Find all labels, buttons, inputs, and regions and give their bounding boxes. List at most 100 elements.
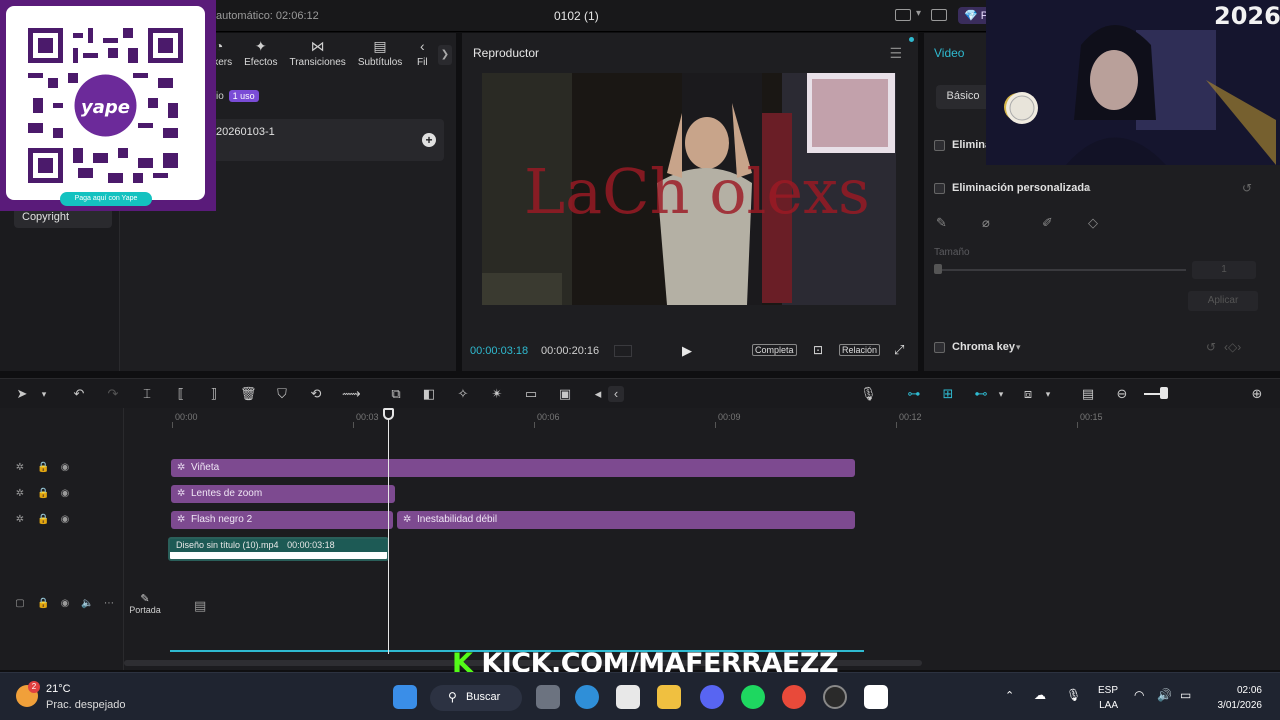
audio-icon[interactable]: ◂ bbox=[590, 386, 606, 402]
eye-icon[interactable]: ◉ bbox=[59, 462, 71, 474]
more-icon[interactable]: ⋯ bbox=[103, 598, 115, 610]
tab-subtitles[interactable]: ▤ Subtítulos bbox=[352, 38, 408, 74]
media-item[interactable]: 20260103-1 + bbox=[210, 119, 444, 161]
effect-clip-shake[interactable]: Inestabilidad débil bbox=[397, 511, 855, 529]
clock-date[interactable]: 3/01/2026 bbox=[1200, 700, 1263, 711]
zoom-out-icon[interactable]: ⊖ bbox=[1114, 386, 1130, 402]
search-box[interactable]: ⚲ Buscar bbox=[430, 685, 522, 711]
clock-time[interactable]: 02:06 bbox=[1200, 685, 1262, 696]
delete-icon[interactable]: 🗑 bbox=[240, 386, 257, 402]
microphone-tray-icon[interactable]: 🎙 bbox=[1066, 688, 1081, 702]
full-quality-button[interactable]: Completa bbox=[752, 344, 797, 356]
effect-clip-vineta[interactable]: Viñeta bbox=[171, 459, 855, 477]
ai-icon[interactable]: ✧ bbox=[455, 386, 471, 402]
add-icon[interactable]: + bbox=[422, 133, 436, 147]
cover-button[interactable]: ✎ Portada bbox=[126, 592, 164, 615]
redo-icon[interactable]: ↷ bbox=[105, 386, 121, 402]
edge-icon[interactable] bbox=[575, 685, 599, 709]
link-icon[interactable]: ⊶ bbox=[906, 386, 922, 402]
tab-video[interactable]: Video bbox=[934, 46, 964, 60]
chevron-down-icon[interactable]: ▾ bbox=[1040, 386, 1056, 402]
magic-icon[interactable]: ✴ bbox=[489, 386, 505, 402]
tab-effects[interactable]: ✦ Efectos bbox=[238, 38, 283, 74]
chevron-down-icon[interactable]: ▾ bbox=[1016, 342, 1021, 353]
marker-icon[interactable]: ⛉ bbox=[274, 386, 290, 402]
chroma-checkbox[interactable] bbox=[934, 342, 945, 353]
size-input[interactable]: 1 bbox=[1192, 261, 1256, 279]
film-icon[interactable]: ▤ bbox=[194, 598, 206, 614]
wifi-icon[interactable]: ◠ bbox=[1134, 688, 1144, 702]
chevron-down-icon[interactable]: ▾ bbox=[36, 386, 52, 402]
playhead-handle[interactable] bbox=[383, 408, 394, 420]
lock-icon[interactable]: 🔒 bbox=[37, 598, 49, 610]
chevron-up-icon[interactable]: ▴ bbox=[1086, 183, 1091, 194]
chrome-icon[interactable] bbox=[782, 685, 806, 709]
keyframe-icon[interactable]: ‹◇› bbox=[1224, 340, 1241, 354]
spotify-icon[interactable] bbox=[741, 685, 765, 709]
pen-icon[interactable]: ✐ bbox=[1042, 215, 1060, 233]
size-slider-handle[interactable] bbox=[934, 264, 942, 274]
speed-icon[interactable]: ⟿ bbox=[342, 386, 361, 402]
volume-tray-icon[interactable]: 🔊 bbox=[1157, 688, 1172, 702]
shortcuts-icon[interactable] bbox=[931, 9, 947, 21]
ratio-button[interactable]: Relación bbox=[839, 344, 881, 356]
tab-basico[interactable]: Básico bbox=[936, 85, 990, 109]
layout-icon[interactable] bbox=[895, 9, 911, 21]
task-view-icon[interactable] bbox=[536, 685, 560, 709]
caption-icon[interactable]: ▭ bbox=[523, 386, 539, 402]
custom-removal-checkbox[interactable] bbox=[934, 183, 945, 194]
windows-start-icon[interactable] bbox=[393, 685, 417, 709]
video-preview[interactable]: LaCh olexs bbox=[482, 73, 896, 305]
timecode-format-icon[interactable] bbox=[614, 345, 632, 357]
eraser-icon[interactable]: ◇ bbox=[1088, 215, 1106, 233]
fullscreen-icon[interactable]: ⤢ bbox=[894, 342, 904, 358]
undo-icon[interactable]: ↶ bbox=[71, 386, 87, 402]
chevron-down-icon[interactable]: ▾ bbox=[916, 8, 921, 19]
tabs-next-button[interactable]: ❯ bbox=[438, 45, 452, 65]
zoom-in-icon[interactable]: ⊕ bbox=[1249, 386, 1265, 402]
image-icon[interactable]: ▣ bbox=[557, 386, 573, 402]
tab-filters[interactable]: ‹ Fil bbox=[408, 38, 436, 74]
volume-icon[interactable]: 🔈 bbox=[81, 598, 93, 610]
battery-icon[interactable]: ▭ bbox=[1180, 688, 1191, 702]
discord-icon[interactable] bbox=[700, 685, 724, 709]
magnet-icon[interactable]: ⊞ bbox=[940, 386, 956, 402]
toolbar-collapse-icon[interactable]: ‹ bbox=[608, 386, 624, 402]
zoom-slider-handle[interactable] bbox=[1160, 387, 1168, 399]
menu-icon[interactable]: ☰ bbox=[889, 45, 902, 62]
split-left-icon[interactable]: ⟦ bbox=[173, 386, 189, 402]
crop-icon[interactable]: ⧉ bbox=[388, 386, 404, 402]
file-explorer-icon[interactable] bbox=[657, 685, 681, 709]
select-tool-icon[interactable]: ➤ bbox=[14, 386, 30, 402]
language-code[interactable]: ESP bbox=[1090, 685, 1118, 696]
split-icon[interactable]: ⌶ bbox=[139, 386, 155, 402]
tray-chevron-icon[interactable]: ⌃ bbox=[1005, 689, 1014, 702]
snap-icon[interactable]: ⊷ bbox=[973, 386, 989, 402]
store-icon[interactable] bbox=[616, 685, 640, 709]
effect-clip-zoom[interactable]: Lentes de zoom bbox=[171, 485, 395, 503]
apply-button[interactable]: Aplicar bbox=[1188, 291, 1258, 311]
video-clip[interactable]: Diseño sin título (10).mp4 00:00:03:18 bbox=[168, 537, 389, 561]
loop-icon[interactable]: ⟲ bbox=[308, 386, 324, 402]
eye-icon[interactable]: ◉ bbox=[59, 488, 71, 500]
reset-icon[interactable]: ↺ bbox=[1242, 181, 1252, 195]
remove-bg-checkbox[interactable] bbox=[934, 140, 945, 151]
eye-icon[interactable]: ◉ bbox=[59, 598, 71, 610]
split-view-icon[interactable]: ⧈ bbox=[1020, 386, 1036, 402]
size-slider[interactable] bbox=[936, 269, 1186, 271]
capcut-icon[interactable] bbox=[864, 685, 888, 709]
smart-brush-icon[interactable]: ⌀ bbox=[982, 215, 1000, 233]
lock-icon[interactable]: 🔒 bbox=[37, 514, 49, 526]
microphone-icon[interactable]: 🎙 bbox=[860, 386, 877, 402]
lock-icon[interactable]: 🔒 bbox=[37, 462, 49, 474]
fit-icon[interactable]: ⊡ bbox=[813, 343, 823, 357]
effect-clip-flash[interactable]: Flash negro 2 bbox=[171, 511, 393, 529]
tab-transitions[interactable]: ⋈ Transiciones bbox=[283, 38, 351, 74]
lock-icon[interactable]: 🔒 bbox=[37, 488, 49, 500]
mirror-icon[interactable]: ◧ bbox=[421, 386, 437, 402]
keyboard-layout[interactable]: LAA bbox=[1090, 700, 1118, 711]
eye-icon[interactable]: ◉ bbox=[59, 514, 71, 526]
obs-icon[interactable] bbox=[823, 685, 847, 709]
play-button[interactable]: ▶ bbox=[682, 343, 694, 358]
cloud-icon[interactable]: ☁ bbox=[1034, 688, 1046, 702]
